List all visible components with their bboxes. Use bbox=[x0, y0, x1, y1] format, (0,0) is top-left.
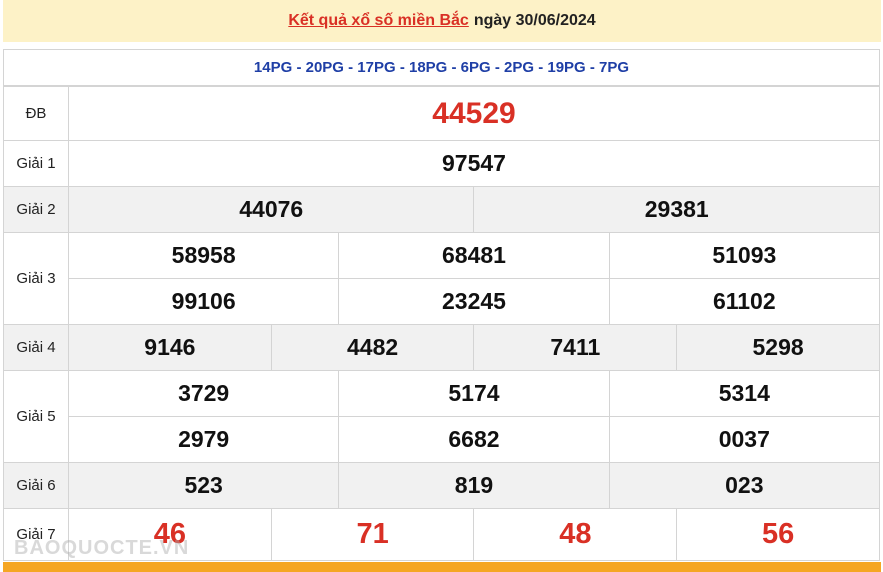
row-g2: Giải 2 44076 29381 bbox=[3, 186, 880, 233]
prize-value-g7: 46 bbox=[68, 508, 272, 561]
row-g5: Giải 5 3729 5174 5314 bbox=[3, 370, 881, 463]
prize-value-g6: 819 bbox=[338, 462, 610, 509]
prize-value-g3: 23245 bbox=[338, 278, 610, 325]
prize-value-g2: 29381 bbox=[473, 186, 880, 233]
prize-value-g4: 7411 bbox=[473, 324, 678, 371]
row-g7: Giải 7 46 71 48 56 bbox=[3, 508, 880, 561]
prize-value-g5: 3729 bbox=[67, 370, 340, 417]
prize-label-g3: Giải 3 bbox=[3, 232, 69, 325]
row-db: ĐB 44529 bbox=[3, 86, 880, 141]
prize-value-g5: 0037 bbox=[608, 416, 881, 463]
prize-label-db: ĐB bbox=[3, 86, 69, 141]
prize-value-g4: 9146 bbox=[68, 324, 272, 371]
row-g6: Giải 6 523 819 023 bbox=[3, 462, 881, 509]
prize-value-g7: 71 bbox=[270, 508, 475, 561]
prize-value-g3: 68481 bbox=[338, 232, 610, 279]
row-g1: Giải 1 97547 bbox=[3, 140, 880, 187]
results-date: ngày 30/06/2024 bbox=[473, 12, 596, 29]
row-g5: 2979 6682 0037 bbox=[4, 416, 881, 463]
prize-label-g7: Giải 7 bbox=[3, 508, 69, 561]
prize-value-g7: 48 bbox=[473, 508, 678, 561]
prize-value-g5: 5314 bbox=[608, 370, 881, 417]
prize-value-db: 44529 bbox=[68, 86, 880, 141]
results-title-link[interactable]: Kết quả xổ số miền Bắc bbox=[288, 12, 469, 30]
page-header: Kết quả xổ số miền Bắc ngày 30/06/2024 bbox=[3, 0, 881, 42]
prize-label-g1: Giải 1 bbox=[3, 140, 69, 187]
prize-value-g3: 99106 bbox=[67, 278, 340, 325]
prize-label-g2: Giải 2 bbox=[3, 186, 69, 233]
prize-value-g4: 4482 bbox=[270, 324, 475, 371]
row-g4: Giải 4 9146 4482 7411 5298 bbox=[3, 324, 880, 371]
prize-value-g7: 56 bbox=[676, 508, 880, 561]
prize-value-g2: 44076 bbox=[67, 186, 475, 233]
prize-value-g3: 58958 bbox=[67, 232, 340, 279]
prize-label-g4: Giải 4 bbox=[3, 324, 69, 371]
prize-value-g1: 97547 bbox=[68, 140, 880, 187]
prize-value-g3: 61102 bbox=[608, 278, 881, 325]
row-g3: 99106 23245 61102 bbox=[4, 278, 881, 325]
prize-value-g5: 2979 bbox=[67, 416, 340, 463]
prize-label-g5: Giải 5 bbox=[3, 370, 69, 463]
footer-bar bbox=[3, 562, 881, 572]
prize-value-g6: 023 bbox=[608, 462, 881, 509]
prize-label-g6: Giải 6 bbox=[3, 462, 69, 509]
prize-value-g4: 5298 bbox=[676, 324, 880, 371]
prize-value-g3: 51093 bbox=[608, 232, 881, 279]
results-table: ĐB 44529 Giải 1 97547 Giải 2 44076 29381… bbox=[3, 86, 881, 561]
prize-codes: 14PG - 20PG - 17PG - 18PG - 6PG - 2PG - … bbox=[3, 49, 880, 86]
prize-value-g5: 6682 bbox=[338, 416, 610, 463]
prize-value-g5: 5174 bbox=[338, 370, 610, 417]
prize-value-g6: 523 bbox=[67, 462, 340, 509]
row-g3: Giải 3 58958 68481 51093 bbox=[3, 232, 881, 325]
